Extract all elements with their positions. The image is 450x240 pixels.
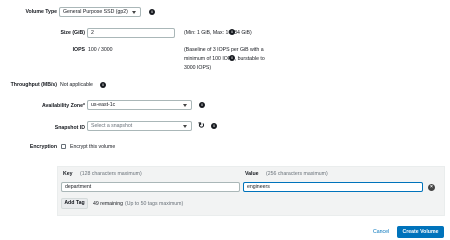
size-hint: (Min: 1 GiB, Max: 16384 GiB) xyxy=(184,30,252,36)
tag-key-input[interactable]: department xyxy=(61,182,240,192)
snapshot-select[interactable]: Select a snapshot xyxy=(87,121,192,131)
tag-key-hint: (128 characters maximum) xyxy=(79,171,142,177)
tag-key-header: Key (128 characters maximum) xyxy=(63,171,142,177)
tag-key-header-label: Key xyxy=(63,171,73,177)
tag-value-input[interactable]: engineers xyxy=(243,182,423,192)
iops-hint-line-1: (Baseline of 3 IOPS per GiB with a xyxy=(184,47,264,53)
info-icon[interactable]: i xyxy=(199,102,205,108)
tag-value-hint: (256 characters maximum) xyxy=(266,171,328,177)
availability-zone-label: Availability Zone* xyxy=(41,103,85,109)
tags-remaining: 49 remaining xyxy=(93,201,123,207)
throughput-label: Throughput (MB/s) xyxy=(10,82,57,88)
volume-type-value: General Purpose SSD (gp2) xyxy=(63,9,128,15)
info-icon[interactable]: i xyxy=(229,55,235,61)
tag-value-header-label: Value xyxy=(245,171,259,177)
iops-value: 100 / 3000 xyxy=(88,47,113,53)
encrypt-checkbox-label[interactable]: Encrypt this volume xyxy=(70,144,115,150)
size-label: Size (GiB) xyxy=(60,30,86,36)
info-icon[interactable]: i xyxy=(229,29,235,35)
info-icon[interactable]: i xyxy=(100,82,106,88)
size-input[interactable]: 2 xyxy=(87,28,175,38)
iops-hint-line-2: minimum of 100 IOPS, burstable to xyxy=(184,56,265,62)
chevron-down-icon xyxy=(132,11,136,14)
add-tag-button[interactable]: Add Tag xyxy=(61,198,88,209)
encryption-label: Encryption xyxy=(29,144,57,150)
volume-type-select[interactable]: General Purpose SSD (gp2) xyxy=(59,7,141,17)
availability-zone-select[interactable]: us-east-1c xyxy=(87,100,192,110)
snapshot-label: Snapshot ID xyxy=(54,125,85,131)
iops-hint-line-3: 3000 IOPS) xyxy=(184,65,212,71)
chevron-down-icon xyxy=(183,125,187,128)
create-volume-button[interactable]: Create Volume xyxy=(397,226,444,238)
encrypt-checkbox[interactable] xyxy=(61,144,66,149)
tags-limit-hint: (Up to 50 tags maximum) xyxy=(125,201,184,207)
availability-zone-value: us-east-1c xyxy=(91,102,116,108)
tag-value-header: Value (256 characters maximum) xyxy=(245,171,328,177)
iops-label: IOPS xyxy=(72,47,85,53)
refresh-icon[interactable]: ↻ xyxy=(198,121,205,131)
chevron-down-icon xyxy=(183,104,187,107)
info-icon[interactable]: i xyxy=(149,9,155,15)
cancel-button[interactable]: Cancel xyxy=(373,229,389,235)
throughput-value: Not applicable xyxy=(60,82,93,88)
volume-type-label: Volume Type xyxy=(25,9,57,15)
remove-tag-icon[interactable]: × xyxy=(428,184,435,191)
info-icon[interactable]: i xyxy=(211,123,217,129)
snapshot-placeholder: Select a snapshot xyxy=(91,123,133,129)
